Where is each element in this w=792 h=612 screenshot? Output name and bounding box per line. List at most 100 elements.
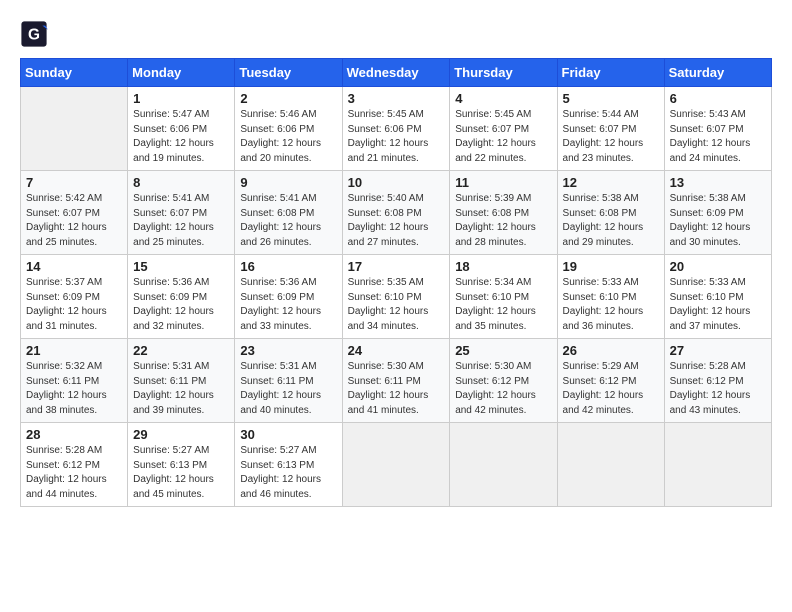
calendar: SundayMondayTuesdayWednesdayThursdayFrid… (20, 58, 772, 507)
calendar-cell: 25Sunrise: 5:30 AM Sunset: 6:12 PM Dayli… (450, 339, 557, 423)
calendar-cell (342, 423, 450, 507)
day-info: Sunrise: 5:33 AM Sunset: 6:10 PM Dayligh… (563, 276, 659, 334)
calendar-cell: 26 Sunrise: 5:29 AM Sunset: 6:12 PM Dayli… (557, 339, 664, 423)
day-number: 5 (563, 91, 659, 106)
day-number: 28 (26, 427, 122, 442)
day-number: 23 (240, 343, 336, 358)
calendar-cell: 10 Sunrise: 5:40 AM Sunset: 6:08 PM Dayli… (342, 171, 450, 255)
day-number: 2 (240, 91, 336, 106)
calendar-cell: 27 Sunrise: 5:28 AM Sunset: 6:12 PM Dayli… (664, 339, 771, 423)
weekday-header-thursday: Thursday (450, 59, 557, 87)
day-info: Sunrise: 5:28 AM Sunset: 6:12 PM Dayligh… (670, 360, 766, 418)
day-number: 25 (455, 343, 551, 358)
calendar-cell: 30 Sunrise: 5:27 AM Sunset: 6:13 PM Dayli… (235, 423, 342, 507)
day-number: 27 (670, 343, 766, 358)
week-row-3: 14 Sunrise: 5:37 AM Sunset: 6:09 PM Dayli… (21, 255, 772, 339)
calendar-cell: 1 Sunrise: 5:47 AM Sunset: 6:06 PM Daylig… (128, 87, 235, 171)
day-info: Sunrise: 5:36 AM Sunset: 6:09 PM Dayligh… (133, 276, 229, 334)
day-info: Sunrise: 5:45 AM Sunset: 6:07 PM Dayligh… (455, 108, 551, 166)
weekday-header-row: SundayMondayTuesdayWednesdayThursdayFrid… (21, 59, 772, 87)
day-number: 11 (455, 175, 551, 190)
day-info: Sunrise: 5:43 AM Sunset: 6:07 PM Dayligh… (670, 108, 766, 166)
weekday-header-saturday: Saturday (664, 59, 771, 87)
calendar-cell: 4 Sunrise: 5:45 AM Sunset: 6:07 PM Daylig… (450, 87, 557, 171)
day-number: 30 (240, 427, 336, 442)
calendar-cell: 24 Sunrise: 5:30 AM Sunset: 6:11 PM Dayli… (342, 339, 450, 423)
day-info: Sunrise: 5:37 AM Sunset: 6:09 PM Dayligh… (26, 276, 122, 334)
calendar-cell: 18 Sunrise: 5:34 AM Sunset: 6:10 PM Dayli… (450, 255, 557, 339)
day-info: Sunrise: 5:27 AM Sunset: 6:13 PM Dayligh… (240, 444, 336, 502)
day-number: 14 (26, 259, 122, 274)
day-info: Sunrise: 5:38 AM Sunset: 6:08 PM Dayligh… (563, 192, 659, 250)
calendar-cell: 9 Sunrise: 5:41 AM Sunset: 6:08 PM Daylig… (235, 171, 342, 255)
day-number: 6 (670, 91, 766, 106)
day-info: Sunrise: 5:34 AM Sunset: 6:10 PM Dayligh… (455, 276, 551, 334)
weekday-header-friday: Friday (557, 59, 664, 87)
calendar-cell: 28 Sunrise: 5:28 AM Sunset: 6:12 PM Dayli… (21, 423, 128, 507)
calendar-cell (21, 87, 128, 171)
calendar-cell: 12 Sunrise: 5:38 AM Sunset: 6:08 PM Dayli… (557, 171, 664, 255)
day-number: 3 (348, 91, 445, 106)
calendar-cell (557, 423, 664, 507)
day-info: Sunrise: 5:27 AM Sunset: 6:13 PM Dayligh… (133, 444, 229, 502)
logo: G (20, 20, 52, 48)
day-info: Sunrise: 5:30 AM Sunset: 6:11 PM Dayligh… (348, 360, 445, 418)
calendar-cell: 13Sunrise: 5:38 AM Sunset: 6:09 PM Dayli… (664, 171, 771, 255)
day-number: 12 (563, 175, 659, 190)
day-info: Sunrise: 5:31 AM Sunset: 6:11 PM Dayligh… (240, 360, 336, 418)
day-number: 10 (348, 175, 445, 190)
day-info: Sunrise: 5:41 AM Sunset: 6:07 PM Dayligh… (133, 192, 229, 250)
calendar-cell: 29 Sunrise: 5:27 AM Sunset: 6:13 PM Dayli… (128, 423, 235, 507)
day-number: 4 (455, 91, 551, 106)
day-number: 22 (133, 343, 229, 358)
day-info: Sunrise: 5:33 AM Sunset: 6:10 PM Dayligh… (670, 276, 766, 334)
day-info: Sunrise: 5:32 AM Sunset: 6:11 PM Dayligh… (26, 360, 122, 418)
calendar-cell: 8 Sunrise: 5:41 AM Sunset: 6:07 PM Daylig… (128, 171, 235, 255)
calendar-cell: 22 Sunrise: 5:31 AM Sunset: 6:11 PM Dayli… (128, 339, 235, 423)
calendar-cell: 5 Sunrise: 5:44 AM Sunset: 6:07 PM Daylig… (557, 87, 664, 171)
day-number: 26 (563, 343, 659, 358)
calendar-cell (664, 423, 771, 507)
day-number: 9 (240, 175, 336, 190)
day-number: 7 (26, 175, 122, 190)
day-number: 29 (133, 427, 229, 442)
week-row-2: 7 Sunrise: 5:42 AM Sunset: 6:07 PM Daylig… (21, 171, 772, 255)
svg-text:G: G (28, 27, 40, 44)
calendar-cell: 23 Sunrise: 5:31 AM Sunset: 6:11 PM Dayli… (235, 339, 342, 423)
day-number: 1 (133, 91, 229, 106)
calendar-cell: 3Sunrise: 5:45 AM Sunset: 6:06 PM Daylig… (342, 87, 450, 171)
day-number: 8 (133, 175, 229, 190)
calendar-cell: 7 Sunrise: 5:42 AM Sunset: 6:07 PM Daylig… (21, 171, 128, 255)
week-row-4: 21 Sunrise: 5:32 AM Sunset: 6:11 PM Dayli… (21, 339, 772, 423)
day-info: Sunrise: 5:31 AM Sunset: 6:11 PM Dayligh… (133, 360, 229, 418)
day-info: Sunrise: 5:41 AM Sunset: 6:08 PM Dayligh… (240, 192, 336, 250)
day-number: 21 (26, 343, 122, 358)
day-number: 18 (455, 259, 551, 274)
day-number: 17 (348, 259, 445, 274)
header: G (20, 20, 772, 48)
day-number: 20 (670, 259, 766, 274)
calendar-cell: 17 Sunrise: 5:35 AM Sunset: 6:10 PM Dayli… (342, 255, 450, 339)
day-number: 15 (133, 259, 229, 274)
week-row-1: 1 Sunrise: 5:47 AM Sunset: 6:06 PM Daylig… (21, 87, 772, 171)
calendar-cell: 20 Sunrise: 5:33 AM Sunset: 6:10 PM Dayli… (664, 255, 771, 339)
weekday-header-sunday: Sunday (21, 59, 128, 87)
calendar-cell: 6 Sunrise: 5:43 AM Sunset: 6:07 PM Daylig… (664, 87, 771, 171)
calendar-cell: 15 Sunrise: 5:36 AM Sunset: 6:09 PM Dayli… (128, 255, 235, 339)
week-row-5: 28 Sunrise: 5:28 AM Sunset: 6:12 PM Dayli… (21, 423, 772, 507)
day-number: 16 (240, 259, 336, 274)
day-info: Sunrise: 5:35 AM Sunset: 6:10 PM Dayligh… (348, 276, 445, 334)
weekday-header-monday: Monday (128, 59, 235, 87)
logo-icon: G (20, 20, 48, 48)
day-info: Sunrise: 5:29 AM Sunset: 6:12 PM Dayligh… (563, 360, 659, 418)
day-number: 24 (348, 343, 445, 358)
day-info: Sunrise: 5:47 AM Sunset: 6:06 PM Dayligh… (133, 108, 229, 166)
day-number: 13 (670, 175, 766, 190)
day-info: Sunrise: 5:42 AM Sunset: 6:07 PM Dayligh… (26, 192, 122, 250)
day-number: 19 (563, 259, 659, 274)
calendar-cell (450, 423, 557, 507)
day-info: Sunrise: 5:44 AM Sunset: 6:07 PM Dayligh… (563, 108, 659, 166)
day-info: Sunrise: 5:40 AM Sunset: 6:08 PM Dayligh… (348, 192, 445, 250)
day-info: Sunrise: 5:28 AM Sunset: 6:12 PM Dayligh… (26, 444, 122, 502)
calendar-cell: 16Sunrise: 5:36 AM Sunset: 6:09 PM Dayli… (235, 255, 342, 339)
